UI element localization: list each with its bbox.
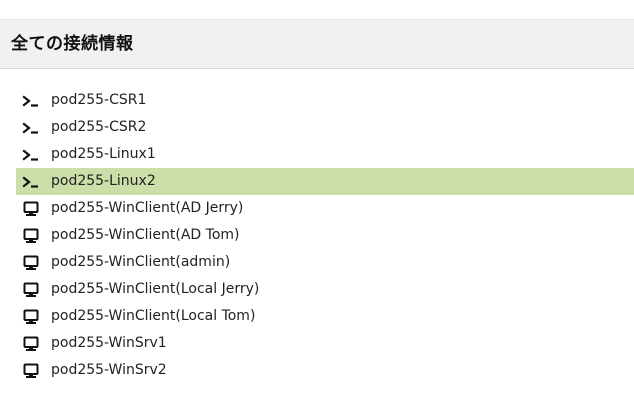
connection-label: pod255-CSR2 xyxy=(51,119,147,135)
connection-label: pod255-CSR1 xyxy=(51,92,147,108)
monitor-icon xyxy=(21,228,41,244)
connection-item-winclient-local-tom[interactable]: pod255-WinClient(Local Tom) xyxy=(16,303,634,330)
monitor-icon xyxy=(21,363,41,379)
page-title: 全ての接続情報 xyxy=(11,34,134,54)
terminal-icon xyxy=(21,120,41,136)
terminal-icon xyxy=(21,147,41,163)
connection-item-winsrv2[interactable]: pod255-WinSrv2 xyxy=(16,357,634,384)
connection-label: pod255-WinClient(AD Tom) xyxy=(51,227,240,243)
connection-list: pod255-CSR1 pod255-CSR2 pod255-Linux1 po… xyxy=(16,87,634,384)
page-header: 全ての接続情報 xyxy=(0,19,634,69)
terminal-icon xyxy=(21,93,41,109)
connection-label: pod255-Linux2 xyxy=(51,173,156,189)
connection-label: pod255-WinClient(Local Jerry) xyxy=(51,281,260,297)
connection-item-winclient-ad-jerry[interactable]: pod255-WinClient(AD Jerry) xyxy=(16,195,634,222)
terminal-icon xyxy=(21,174,41,190)
monitor-icon xyxy=(21,309,41,325)
connection-label: pod255-WinClient(AD Jerry) xyxy=(51,200,244,216)
connection-item-winclient-admin[interactable]: pod255-WinClient(admin) xyxy=(16,249,634,276)
connection-label: pod255-WinClient(Local Tom) xyxy=(51,308,256,324)
connection-item-csr2[interactable]: pod255-CSR2 xyxy=(16,114,634,141)
connection-item-csr1[interactable]: pod255-CSR1 xyxy=(16,87,634,114)
monitor-icon xyxy=(21,336,41,352)
connection-item-linux2[interactable]: pod255-Linux2 xyxy=(16,168,634,195)
connection-item-winsrv1[interactable]: pod255-WinSrv1 xyxy=(16,330,634,357)
monitor-icon xyxy=(21,201,41,217)
connection-label: pod255-WinClient(admin) xyxy=(51,254,231,270)
connections-page: 全ての接続情報 pod255-CSR1 pod255-CSR2 pod255-L… xyxy=(0,0,634,402)
connection-label: pod255-WinSrv1 xyxy=(51,335,167,351)
connection-item-winclient-ad-tom[interactable]: pod255-WinClient(AD Tom) xyxy=(16,222,634,249)
connection-label: pod255-WinSrv2 xyxy=(51,362,167,378)
connection-label: pod255-Linux1 xyxy=(51,146,156,162)
monitor-icon xyxy=(21,255,41,271)
monitor-icon xyxy=(21,282,41,298)
connection-item-linux1[interactable]: pod255-Linux1 xyxy=(16,141,634,168)
connection-item-winclient-local-jerry[interactable]: pod255-WinClient(Local Jerry) xyxy=(16,276,634,303)
